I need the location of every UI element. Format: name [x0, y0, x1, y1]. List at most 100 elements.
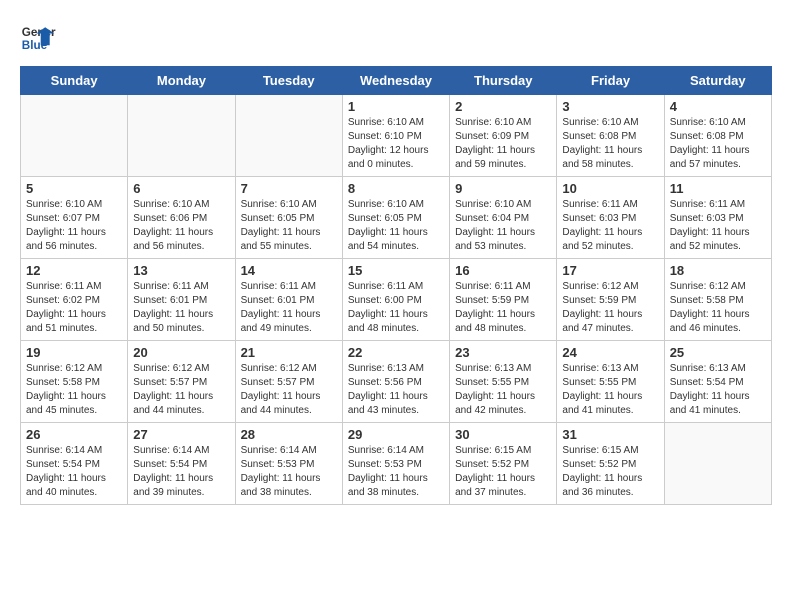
day-number: 15: [348, 263, 444, 278]
day-cell: 7 Sunrise: 6:10 AM Sunset: 6:05 PM Daylig…: [235, 177, 342, 259]
day-header-friday: Friday: [557, 67, 664, 95]
day-number: 2: [455, 99, 551, 114]
day-info: Sunrise: 6:12 AM Sunset: 5:57 PM Dayligh…: [241, 362, 337, 418]
day-number: 28: [241, 427, 337, 442]
day-number: 10: [562, 181, 658, 196]
day-number: 14: [241, 263, 337, 278]
day-header-tuesday: Tuesday: [235, 67, 342, 95]
day-cell: 18Sunrise: 6:12 AM Sunset: 5:58 PM Dayli…: [664, 259, 771, 341]
day-info: Sunrise: 6:11 AM Sunset: 6:03 PM Dayligh…: [670, 198, 766, 254]
day-cell: 17 Sunrise: 6:12 AM Sunset: 5:59 PM Dayli…: [557, 259, 664, 341]
day-number: 1: [348, 99, 444, 114]
day-number: 6: [133, 181, 229, 196]
day-number: 23: [455, 345, 551, 360]
day-cell: 22 Sunrise: 6:13 AM Sunset: 5:56 PM Dayli…: [342, 341, 449, 423]
day-cell: 6 Sunrise: 6:10 AM Sunset: 6:06 PM Daylig…: [128, 177, 235, 259]
day-number: 21: [241, 345, 337, 360]
day-number: 8: [348, 181, 444, 196]
logo-icon: General Blue: [20, 20, 56, 56]
day-number: 17: [562, 263, 658, 278]
day-number: 24: [562, 345, 658, 360]
day-number: 7: [241, 181, 337, 196]
day-info: Sunrise: 6:11 AM Sunset: 6:01 PM Dayligh…: [241, 280, 337, 336]
day-info: Sunrise: 6:13 AM Sunset: 5:56 PM Dayligh…: [348, 362, 444, 418]
header: General Blue: [20, 20, 772, 56]
day-cell: 25Sunrise: 6:13 AM Sunset: 5:54 PM Dayli…: [664, 341, 771, 423]
day-number: 29: [348, 427, 444, 442]
day-cell: 29 Sunrise: 6:14 AM Sunset: 5:53 PM Dayli…: [342, 423, 449, 505]
day-info: Sunrise: 6:10 AM Sunset: 6:04 PM Dayligh…: [455, 198, 551, 254]
day-cell: 14 Sunrise: 6:11 AM Sunset: 6:01 PM Dayli…: [235, 259, 342, 341]
day-number: 19: [26, 345, 122, 360]
day-cell: 19Sunrise: 6:12 AM Sunset: 5:58 PM Dayli…: [21, 341, 128, 423]
day-header-monday: Monday: [128, 67, 235, 95]
day-info: Sunrise: 6:10 AM Sunset: 6:09 PM Dayligh…: [455, 116, 551, 172]
day-number: 31: [562, 427, 658, 442]
day-info: Sunrise: 6:10 AM Sunset: 6:05 PM Dayligh…: [241, 198, 337, 254]
day-info: Sunrise: 6:15 AM Sunset: 5:52 PM Dayligh…: [562, 444, 658, 500]
day-info: Sunrise: 6:10 AM Sunset: 6:05 PM Dayligh…: [348, 198, 444, 254]
day-info: Sunrise: 6:11 AM Sunset: 6:00 PM Dayligh…: [348, 280, 444, 336]
day-number: 22: [348, 345, 444, 360]
day-number: 11: [670, 181, 766, 196]
day-cell: 2 Sunrise: 6:10 AM Sunset: 6:09 PM Daylig…: [450, 95, 557, 177]
day-cell: 23 Sunrise: 6:13 AM Sunset: 5:55 PM Dayli…: [450, 341, 557, 423]
day-cell: 16Sunrise: 6:11 AM Sunset: 5:59 PM Dayli…: [450, 259, 557, 341]
day-cell: 3 Sunrise: 6:10 AM Sunset: 6:08 PM Daylig…: [557, 95, 664, 177]
day-cell: [235, 95, 342, 177]
day-cell: 26 Sunrise: 6:14 AM Sunset: 5:54 PM Dayli…: [21, 423, 128, 505]
day-headers-row: SundayMondayTuesdayWednesdayThursdayFrid…: [21, 67, 772, 95]
day-cell: [21, 95, 128, 177]
week-row-4: 19Sunrise: 6:12 AM Sunset: 5:58 PM Dayli…: [21, 341, 772, 423]
day-info: Sunrise: 6:12 AM Sunset: 5:59 PM Dayligh…: [562, 280, 658, 336]
day-cell: 4Sunrise: 6:10 AM Sunset: 6:08 PM Daylig…: [664, 95, 771, 177]
calendar-table: SundayMondayTuesdayWednesdayThursdayFrid…: [20, 66, 772, 505]
day-number: 30: [455, 427, 551, 442]
logo: General Blue: [20, 20, 56, 56]
day-header-wednesday: Wednesday: [342, 67, 449, 95]
day-cell: 5 Sunrise: 6:10 AM Sunset: 6:07 PM Daylig…: [21, 177, 128, 259]
day-info: Sunrise: 6:10 AM Sunset: 6:10 PM Dayligh…: [348, 116, 444, 172]
day-number: 18: [670, 263, 766, 278]
day-header-saturday: Saturday: [664, 67, 771, 95]
day-info: Sunrise: 6:10 AM Sunset: 6:07 PM Dayligh…: [26, 198, 122, 254]
day-number: 5: [26, 181, 122, 196]
day-number: 12: [26, 263, 122, 278]
day-info: Sunrise: 6:14 AM Sunset: 5:54 PM Dayligh…: [26, 444, 122, 500]
day-cell: 30Sunrise: 6:15 AM Sunset: 5:52 PM Dayli…: [450, 423, 557, 505]
day-cell: 13 Sunrise: 6:11 AM Sunset: 6:01 PM Dayli…: [128, 259, 235, 341]
day-number: 4: [670, 99, 766, 114]
day-cell: 24 Sunrise: 6:13 AM Sunset: 5:55 PM Dayli…: [557, 341, 664, 423]
day-info: Sunrise: 6:14 AM Sunset: 5:53 PM Dayligh…: [241, 444, 337, 500]
day-header-thursday: Thursday: [450, 67, 557, 95]
day-header-sunday: Sunday: [21, 67, 128, 95]
day-info: Sunrise: 6:11 AM Sunset: 5:59 PM Dayligh…: [455, 280, 551, 336]
day-cell: [128, 95, 235, 177]
day-cell: 31 Sunrise: 6:15 AM Sunset: 5:52 PM Dayli…: [557, 423, 664, 505]
day-cell: [664, 423, 771, 505]
day-info: Sunrise: 6:13 AM Sunset: 5:55 PM Dayligh…: [455, 362, 551, 418]
day-info: Sunrise: 6:10 AM Sunset: 6:08 PM Dayligh…: [562, 116, 658, 172]
day-cell: 10 Sunrise: 6:11 AM Sunset: 6:03 PM Dayli…: [557, 177, 664, 259]
day-cell: 9Sunrise: 6:10 AM Sunset: 6:04 PM Daylig…: [450, 177, 557, 259]
day-info: Sunrise: 6:14 AM Sunset: 5:53 PM Dayligh…: [348, 444, 444, 500]
day-cell: 15 Sunrise: 6:11 AM Sunset: 6:00 PM Dayli…: [342, 259, 449, 341]
week-row-2: 5 Sunrise: 6:10 AM Sunset: 6:07 PM Daylig…: [21, 177, 772, 259]
day-cell: 21 Sunrise: 6:12 AM Sunset: 5:57 PM Dayli…: [235, 341, 342, 423]
day-cell: 11 Sunrise: 6:11 AM Sunset: 6:03 PM Dayli…: [664, 177, 771, 259]
day-cell: 12Sunrise: 6:11 AM Sunset: 6:02 PM Dayli…: [21, 259, 128, 341]
day-number: 27: [133, 427, 229, 442]
day-info: Sunrise: 6:12 AM Sunset: 5:57 PM Dayligh…: [133, 362, 229, 418]
day-info: Sunrise: 6:11 AM Sunset: 6:01 PM Dayligh…: [133, 280, 229, 336]
day-info: Sunrise: 6:10 AM Sunset: 6:06 PM Dayligh…: [133, 198, 229, 254]
day-cell: 27Sunrise: 6:14 AM Sunset: 5:54 PM Dayli…: [128, 423, 235, 505]
day-number: 13: [133, 263, 229, 278]
day-cell: 8 Sunrise: 6:10 AM Sunset: 6:05 PM Daylig…: [342, 177, 449, 259]
day-number: 3: [562, 99, 658, 114]
day-info: Sunrise: 6:11 AM Sunset: 6:03 PM Dayligh…: [562, 198, 658, 254]
day-cell: 1 Sunrise: 6:10 AM Sunset: 6:10 PM Daylig…: [342, 95, 449, 177]
day-number: 26: [26, 427, 122, 442]
day-cell: 20Sunrise: 6:12 AM Sunset: 5:57 PM Dayli…: [128, 341, 235, 423]
day-info: Sunrise: 6:13 AM Sunset: 5:55 PM Dayligh…: [562, 362, 658, 418]
week-row-5: 26 Sunrise: 6:14 AM Sunset: 5:54 PM Dayli…: [21, 423, 772, 505]
